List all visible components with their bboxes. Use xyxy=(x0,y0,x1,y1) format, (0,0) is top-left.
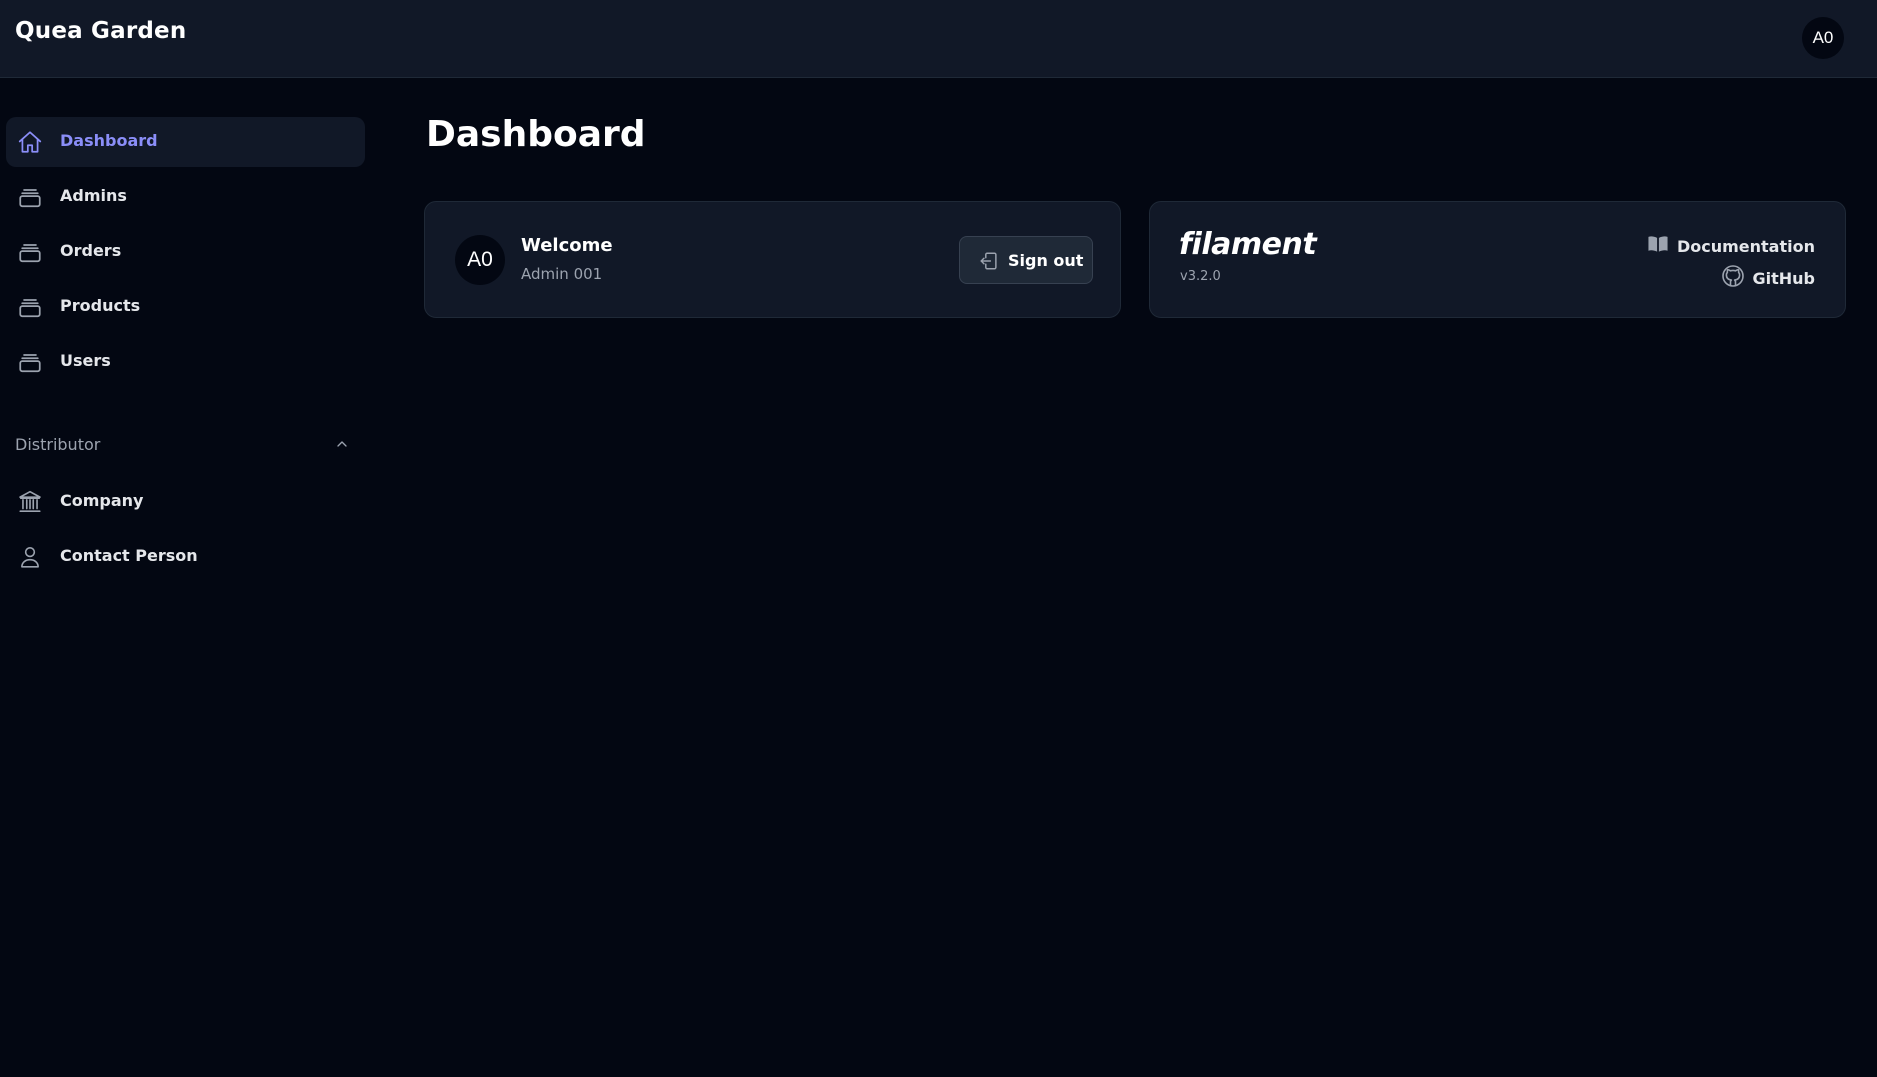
sidebar-item-label: Users xyxy=(60,351,111,370)
sidebar-item-company[interactable]: Company xyxy=(6,477,365,527)
avatar: A0 xyxy=(455,235,505,285)
book-open-icon xyxy=(1647,234,1669,258)
filament-version: v3.2.0 xyxy=(1180,269,1221,284)
sidebar-item-label: Products xyxy=(60,296,141,315)
sidebar-item-label: Company xyxy=(60,491,144,510)
filament-logo[interactable]: filament xyxy=(1179,227,1317,262)
sign-out-button[interactable]: Sign out xyxy=(959,236,1093,284)
top-bar: Quea Garden A0 xyxy=(0,0,1877,78)
sidebar-item-users[interactable]: Users xyxy=(6,337,365,387)
sidebar-item-products[interactable]: Products xyxy=(6,282,365,332)
home-icon xyxy=(17,129,43,155)
sidebar-item-admins[interactable]: Admins xyxy=(6,172,365,222)
brand-name[interactable]: Quea Garden xyxy=(15,18,186,44)
rectangle-stack-icon xyxy=(17,184,43,210)
sign-out-icon xyxy=(978,250,1000,272)
documentation-link[interactable]: Documentation xyxy=(1647,234,1815,258)
rectangle-stack-icon xyxy=(17,294,43,320)
sidebar-item-label: Contact Person xyxy=(60,546,198,565)
welcome-heading: Welcome xyxy=(521,235,613,256)
filament-info-card: filament v3.2.0 Documentation GitHub xyxy=(1149,201,1846,318)
user-icon xyxy=(17,544,43,570)
sidebar-item-label: Admins xyxy=(60,186,127,205)
sidebar-item-label: Orders xyxy=(60,241,122,260)
sidebar-group-distributor-label[interactable]: Distributor xyxy=(15,435,100,454)
github-icon xyxy=(1721,264,1745,292)
rectangle-stack-icon xyxy=(17,239,43,265)
rectangle-stack-icon xyxy=(17,349,43,375)
documentation-label: Documentation xyxy=(1676,236,1815,256)
welcome-user-name: Admin 001 xyxy=(521,265,603,283)
sidebar-item-orders[interactable]: Orders xyxy=(6,227,365,277)
user-menu-avatar[interactable]: A0 xyxy=(1802,17,1844,59)
chevron-up-icon[interactable] xyxy=(330,432,354,456)
github-label: GitHub xyxy=(1752,268,1816,288)
github-link[interactable]: GitHub xyxy=(1721,264,1816,292)
page-title: Dashboard xyxy=(426,114,646,155)
sidebar-item-dashboard[interactable]: Dashboard xyxy=(6,117,365,167)
building-library-icon xyxy=(17,489,43,515)
sidebar-item-contact-person[interactable]: Contact Person xyxy=(6,532,365,582)
sign-out-label: Sign out xyxy=(1008,251,1084,270)
welcome-card: A0 Welcome Admin 001 Sign out xyxy=(424,201,1121,318)
sidebar-item-label: Dashboard xyxy=(60,131,158,150)
